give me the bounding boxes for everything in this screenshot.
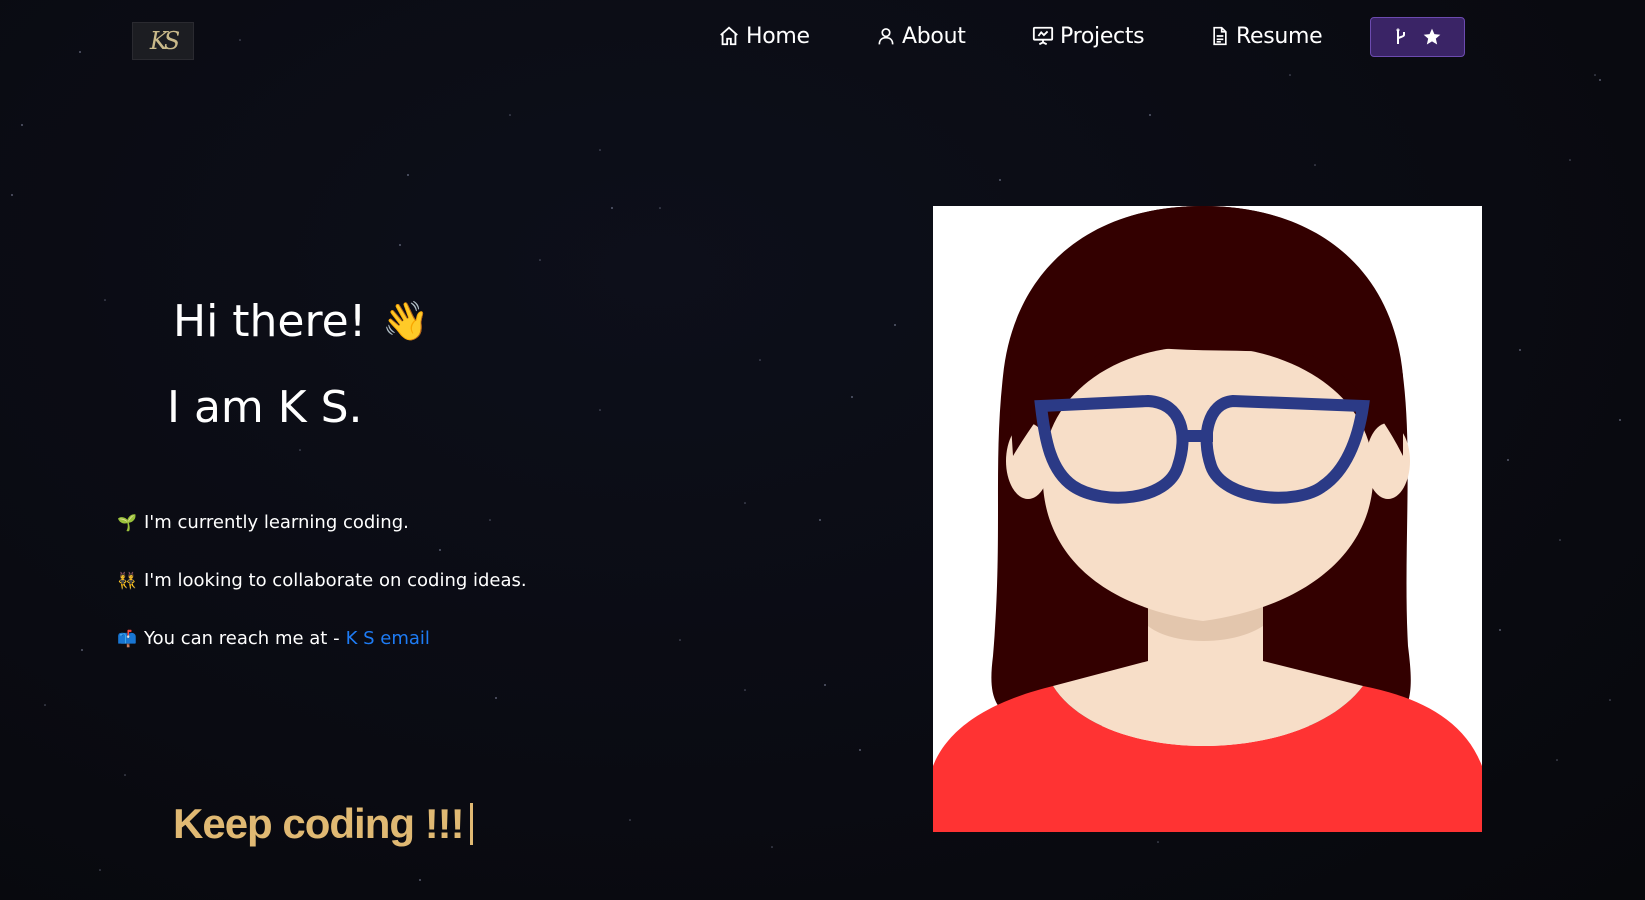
git-fork-icon — [1396, 28, 1405, 44]
greeting-heading: Hi there! 👋 — [173, 296, 430, 347]
mailbox-icon: 📫 — [117, 629, 137, 648]
presentation-icon — [1032, 26, 1054, 46]
intro-heading: I am K S. — [167, 382, 363, 433]
typewriter-tagline: Keep coding !!! — [173, 800, 473, 848]
collaborate-icon: 👯 — [117, 571, 137, 590]
bullet-contact-text: You can reach me at - — [144, 628, 340, 649]
home-icon — [720, 26, 738, 46]
user-icon — [878, 28, 894, 45]
bullet-contact: 📫 You can reach me at - K S email — [116, 628, 430, 649]
bullet-collaborate: 👯 I'm looking to collaborate on coding i… — [116, 570, 527, 591]
nav-resume-label: Resume — [1236, 23, 1323, 49]
nav-resume[interactable]: Resume — [1210, 18, 1323, 54]
seedling-icon: 🌱 — [117, 513, 137, 532]
bullet-learning-text: I'm currently learning coding. — [144, 512, 409, 533]
nav-home-label: Home — [746, 23, 810, 49]
navbar: KS Home About Projects Resume — [0, 0, 1645, 72]
greeting-text: Hi there! — [173, 296, 367, 347]
document-icon — [1213, 26, 1227, 46]
avatar-illustration — [933, 206, 1482, 832]
tagline-text: Keep coding !!! — [173, 800, 465, 847]
bullet-collaborate-text: I'm looking to collaborate on coding ide… — [144, 570, 527, 591]
github-fork-star-button[interactable] — [1370, 17, 1465, 57]
nav-projects-label: Projects — [1060, 23, 1145, 49]
nav-home[interactable]: Home — [718, 18, 810, 54]
nav-about[interactable]: About — [876, 18, 966, 54]
bullet-learning: 🌱 I'm currently learning coding. — [116, 512, 409, 533]
nav-projects[interactable]: Projects — [1032, 18, 1145, 54]
site-logo[interactable]: KS — [132, 22, 194, 60]
email-link[interactable]: K S email — [346, 628, 430, 649]
nav-about-label: About — [902, 23, 966, 49]
wave-icon: 👋 — [382, 299, 430, 343]
avatar-svg — [933, 206, 1482, 832]
star-icon — [1423, 28, 1440, 45]
typing-cursor — [469, 803, 473, 845]
